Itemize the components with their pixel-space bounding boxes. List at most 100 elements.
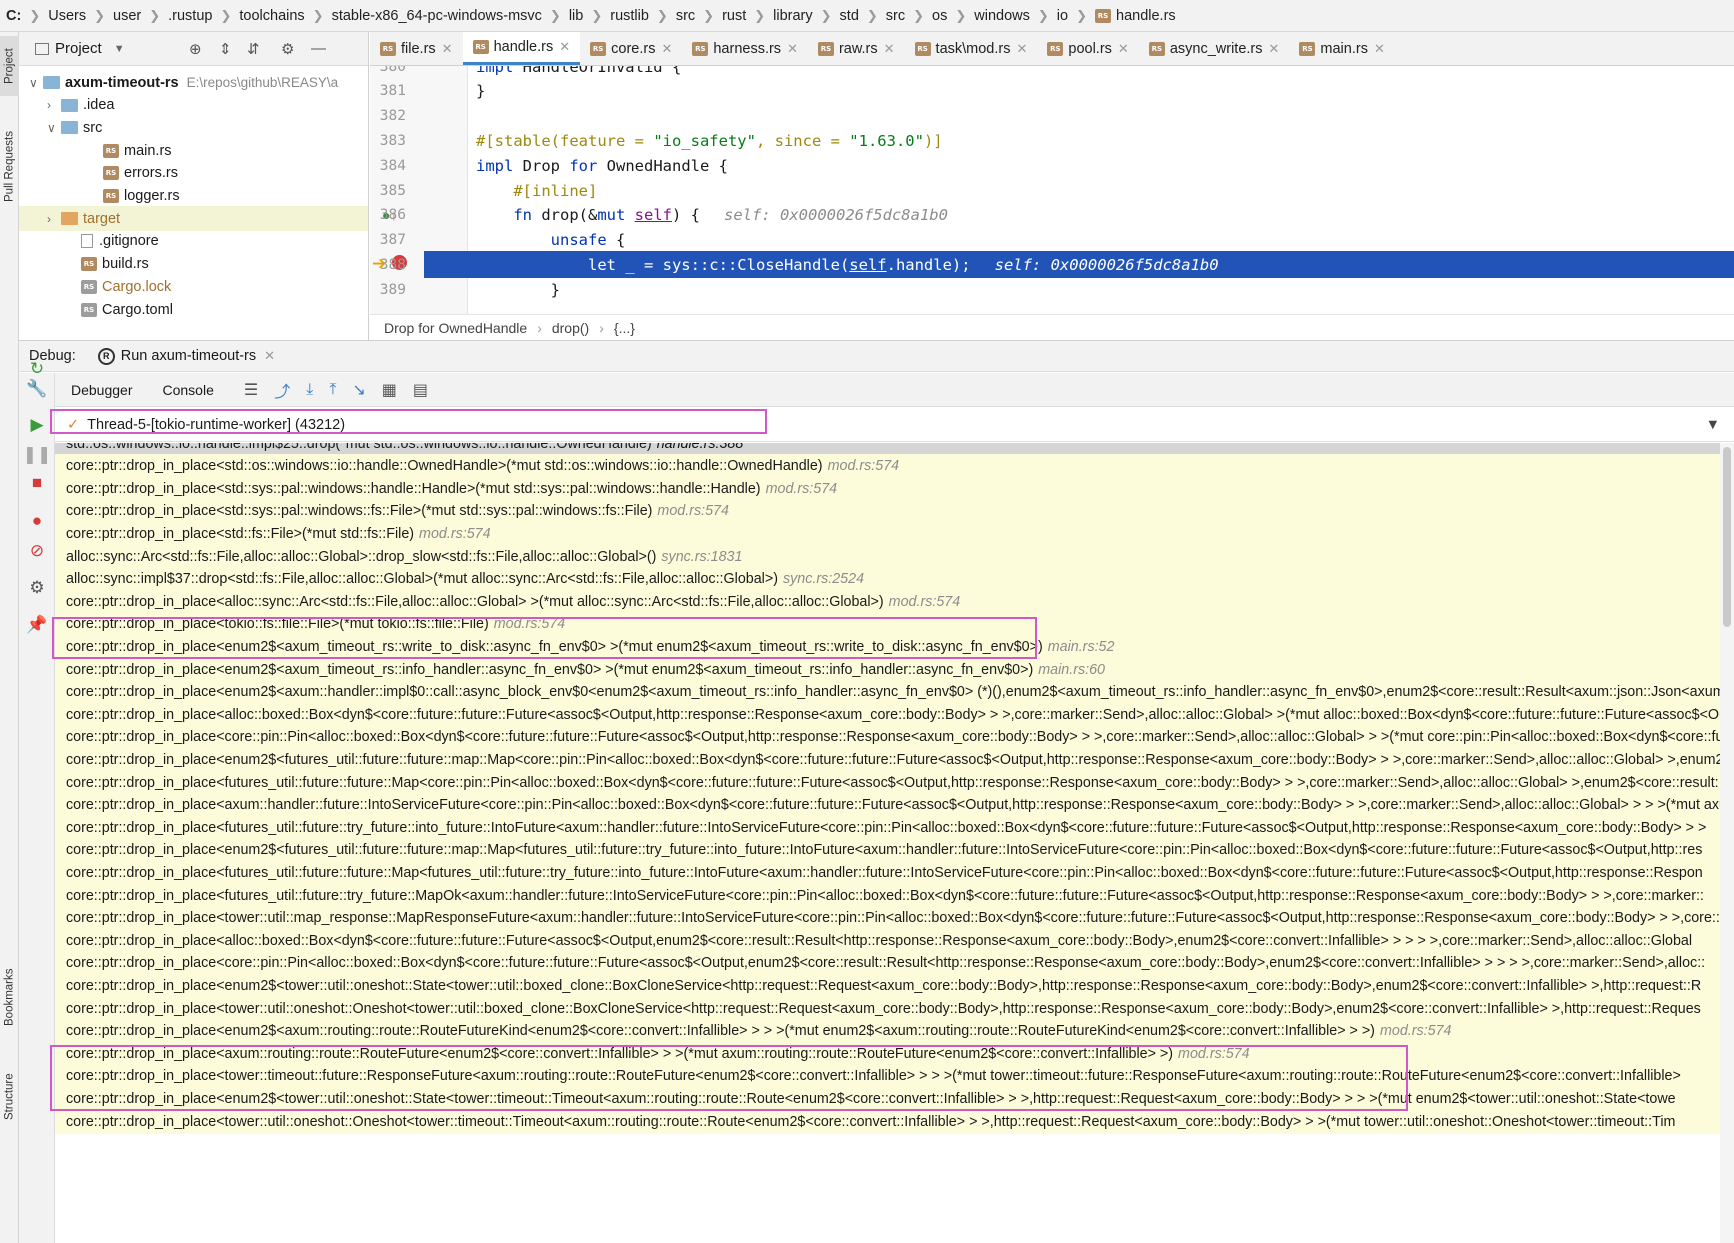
stack-frame[interactable]: core::ptr::drop_in_place<axum::handler::… (55, 792, 1720, 818)
settings-icon[interactable]: ⚙ (19, 578, 55, 598)
stack-frame[interactable]: core::ptr::drop_in_place<alloc::boxed::B… (55, 702, 1720, 728)
close-icon[interactable]: ✕ (1118, 41, 1129, 57)
evaluate-table-icon[interactable]: ▦ (382, 380, 397, 400)
editor-tab[interactable]: RS file.rs ✕ (370, 32, 463, 65)
close-icon[interactable]: ✕ (264, 348, 275, 364)
resume-icon[interactable]: ▶ (19, 415, 55, 435)
code-line[interactable]: 387 unsafe { (370, 227, 1734, 254)
view-breakpoints-icon[interactable]: ● (19, 511, 55, 531)
tree-item-root[interactable]: ∨ axum-timeout-rs E:\repos\github\REASY\a (19, 70, 368, 95)
stack-frame[interactable]: core::ptr::drop_in_place<enum2$<tower::u… (55, 973, 1720, 999)
tree-item[interactable]: RS main.rs (19, 138, 368, 163)
breadcrumb-item[interactable]: os (932, 8, 947, 24)
tree-item[interactable]: RS logger.rs (19, 184, 368, 209)
bookmarks-tool-tab[interactable]: Bookmarks (0, 952, 19, 1042)
thread-selector[interactable]: ✓ Thread-5-[tokio-runtime-worker] (43212… (55, 408, 1734, 442)
code-line[interactable]: 384 impl Drop for OwnedHandle { (370, 152, 1734, 179)
frames-scrollbar[interactable] (1720, 443, 1734, 1243)
stack-frame[interactable]: core::ptr::drop_in_place<futures_util::f… (55, 883, 1720, 908)
breadcrumb-item[interactable]: user (113, 8, 141, 24)
run-to-cursor-icon[interactable]: ↘ (352, 380, 365, 400)
stack-frame[interactable]: core::ptr::drop_in_place<tower::util::on… (55, 996, 1720, 1021)
code-line[interactable]: 382 (370, 103, 1734, 130)
chevron-down-icon[interactable]: ∨ (29, 76, 43, 90)
stack-frame[interactable]: core::ptr::drop_in_place<core::pin::Pin<… (55, 950, 1720, 976)
code-editor[interactable]: ●↑ ➔ 380 impl HandleOrInvalid {381} 382 383 #… (370, 66, 1734, 314)
menu-icon[interactable]: ☰ (244, 380, 258, 400)
stack-frame[interactable]: core::ptr::drop_in_place<std::fs::File>(… (55, 521, 1720, 547)
breadcrumb-item[interactable]: windows (974, 8, 1030, 24)
stack-frame[interactable]: core::ptr::drop_in_place<tower::util::on… (55, 1109, 1720, 1134)
stack-frame[interactable]: core::ptr::drop_in_place<enum2$<axum_tim… (55, 657, 1720, 682)
chevron-down-icon[interactable]: ▼ (114, 43, 125, 55)
expand-all-icon[interactable]: ⇕ (219, 40, 232, 58)
layout-icon[interactable]: ▤ (413, 380, 428, 400)
stack-frame[interactable]: core::ptr::drop_in_place<tokio::fs::file… (55, 611, 1720, 637)
debugger-tab[interactable]: Debugger (71, 382, 133, 398)
minimize-icon[interactable]: — (311, 40, 326, 57)
tree-item[interactable]: › .idea (19, 93, 368, 118)
close-icon[interactable]: ✕ (559, 39, 570, 55)
chevron-right-icon[interactable]: › (47, 212, 61, 226)
pin-icon[interactable]: 📌 (19, 615, 55, 635)
stack-frame[interactable]: core::ptr::drop_in_place<alloc::sync::Ar… (55, 589, 1720, 615)
step-into-icon[interactable]: ⤓ (306, 381, 313, 399)
stack-frame[interactable]: core::ptr::drop_in_place<enum2$<tower::u… (55, 1086, 1720, 1112)
code-line[interactable]: 385 #[inline] (370, 177, 1734, 204)
breadcrumb-item[interactable]: library (773, 8, 812, 24)
code-line[interactable]: 383 #[stable(feature = "io_safety", since… (370, 127, 1734, 154)
pause-icon[interactable]: ❚❚ (19, 445, 55, 465)
stack-frame[interactable]: core::ptr::drop_in_place<core::pin::Pin<… (55, 724, 1720, 750)
tree-item[interactable]: .gitignore (19, 229, 368, 254)
locate-icon[interactable]: ⊕ (189, 40, 202, 58)
code-line[interactable]: 389 } (370, 276, 1734, 303)
stack-frame[interactable]: core::ptr::drop_in_place<axum::routing::… (55, 1041, 1720, 1067)
stack-frame[interactable]: core::ptr::drop_in_place<std::os::window… (55, 453, 1720, 479)
close-icon[interactable]: ✕ (442, 41, 453, 57)
breadcrumb-item[interactable]: src (886, 8, 905, 24)
code-line[interactable]: 386 fn drop(&mut self) {self: 0x0000026f… (370, 202, 1734, 229)
code-line[interactable]: 381} (370, 78, 1734, 105)
breadcrumb-item[interactable]: rustlib (610, 8, 649, 24)
close-icon[interactable]: ✕ (1269, 41, 1280, 57)
close-icon[interactable]: ✕ (1016, 41, 1027, 57)
chevron-right-icon[interactable]: › (47, 98, 61, 112)
stack-frame[interactable]: core::ptr::drop_in_place<futures_util::f… (55, 770, 1720, 795)
collapse-all-icon[interactable]: ⇵ (247, 40, 260, 58)
close-icon[interactable]: ✕ (787, 41, 798, 57)
breadcrumb-item[interactable]: toolchains (239, 8, 304, 24)
close-icon[interactable]: ✕ (661, 41, 672, 57)
stack-frame[interactable]: core::ptr::drop_in_place<enum2$<axum::ha… (55, 679, 1720, 705)
breadcrumb-item[interactable]: C: (6, 8, 21, 24)
editor-breadcrumb-item[interactable]: Drop for OwnedHandle (384, 320, 527, 336)
stack-frame[interactable]: core::ptr::drop_in_place<enum2$<axum_tim… (55, 634, 1720, 660)
breadcrumb-item[interactable]: std (840, 8, 859, 24)
editor-tab[interactable]: RS main.rs ✕ (1289, 32, 1394, 65)
stack-frame[interactable]: core::ptr::drop_in_place<std::sys::pal::… (55, 498, 1720, 524)
stack-frame[interactable]: core::ptr::drop_in_place<std::sys::pal::… (55, 476, 1720, 502)
editor-tab[interactable]: RS harness.rs ✕ (682, 32, 808, 65)
gear-icon[interactable]: ⚙ (281, 40, 294, 58)
stack-frame[interactable]: core::ptr::drop_in_place<enum2$<futures_… (55, 837, 1720, 863)
breadcrumb-item[interactable]: src (676, 8, 695, 24)
close-icon[interactable]: ✕ (884, 41, 895, 57)
project-tool-tab[interactable]: Project (0, 36, 19, 96)
breadcrumb-item[interactable]: io (1057, 8, 1068, 24)
tree-item[interactable]: › target (19, 206, 368, 232)
stack-frame[interactable]: core::ptr::drop_in_place<enum2$<axum::ro… (55, 1018, 1720, 1044)
stack-frame[interactable]: alloc::sync::impl$37::drop<std::fs::File… (55, 566, 1720, 592)
editor-tab[interactable]: RS raw.rs ✕ (808, 32, 905, 65)
step-over-icon[interactable]: ⤴ (274, 378, 290, 402)
breadcrumb-item[interactable]: stable-x86_64-pc-windows-msvc (332, 8, 542, 24)
tree-item[interactable]: ∨ src (19, 115, 368, 140)
chevron-down-icon[interactable]: ∨ (47, 121, 61, 135)
editor-tab[interactable]: RS core.rs ✕ (580, 32, 682, 65)
stack-frame[interactable]: core::ptr::drop_in_place<tower::util::ma… (55, 905, 1720, 931)
editor-tab[interactable]: RS task\mod.rs ✕ (905, 32, 1038, 65)
breadcrumb-item[interactable]: .rustup (168, 8, 212, 24)
stack-frame[interactable]: core::ptr::drop_in_place<alloc::boxed::B… (55, 928, 1720, 954)
close-icon[interactable]: ✕ (1374, 41, 1385, 57)
run-config-tab[interactable]: R Run axum-timeout-rs ✕ (97, 347, 275, 365)
step-out-icon[interactable]: ⤒ (329, 381, 336, 399)
chevron-down-icon[interactable]: ▼ (1706, 417, 1720, 433)
